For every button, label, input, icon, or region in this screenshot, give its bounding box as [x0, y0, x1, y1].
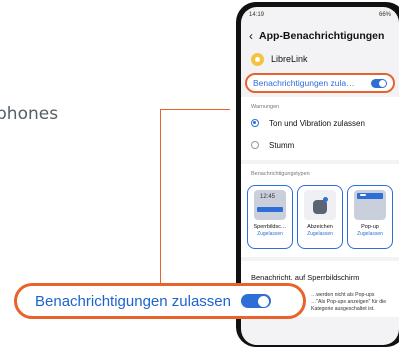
app-logo-icon: [251, 52, 264, 66]
callout-toggle-switch: [240, 294, 271, 308]
type-status: Zugelassen: [357, 231, 383, 237]
notification-types-list: 12:45 Sperrbildsc… Zugelassen Abzeichen …: [241, 179, 399, 253]
app-info-row: LibreLink: [241, 49, 399, 69]
notification-types-label: Benachrichtigungstypen: [251, 171, 310, 177]
app-bar: ‹ App-Benachrichtigungen: [241, 23, 399, 49]
preview-time: 12:45: [260, 194, 276, 200]
callout-label: Benachrichtigungen zulassen: [35, 292, 231, 310]
type-status: Zugelassen: [257, 231, 283, 237]
status-time: 14:19: [249, 12, 265, 18]
lock-screen-preview-icon: 12:45: [254, 190, 286, 220]
page-title: App-Benachrichtigungen: [259, 30, 385, 42]
badge-preview-icon: [304, 190, 336, 220]
type-title: Sperrbildsc…: [253, 224, 287, 230]
battery-indicator: 66%: [378, 12, 391, 18]
radio-label: Ton und Vibration zulassen: [269, 118, 365, 128]
radio-label: Stumm: [269, 140, 295, 150]
status-bar: 14:19 66%: [241, 7, 399, 23]
radio-silent[interactable]: Stumm: [241, 134, 399, 156]
allow-notifications-toggle-row[interactable]: Benachrichtigungen zula…: [245, 73, 395, 93]
popup-preview-icon: [354, 190, 386, 220]
type-title: Pop-up: [361, 224, 379, 230]
callout-connector-vertical: [160, 109, 161, 297]
callout-allow-notifications: Benachrichtigungen zulassen: [14, 283, 306, 319]
type-lock-screen[interactable]: 12:45 Sperrbildsc… Zugelassen: [247, 185, 293, 249]
allow-notifications-label: Benachrichtigungen zula…: [253, 78, 355, 88]
radio-unselected-icon: [251, 141, 259, 149]
callout-connector: [160, 109, 230, 110]
warnings-card: Warnungen Ton und Vibration zulassen Stu…: [241, 97, 399, 160]
warnings-section-label: Warnungen: [251, 104, 280, 110]
type-popup[interactable]: Pop-up Zugelassen: [347, 185, 393, 249]
type-title: Abzeichen: [307, 224, 333, 230]
allow-notifications-switch[interactable]: [371, 78, 387, 88]
type-status: Zugelassen: [307, 231, 333, 237]
radio-selected-icon: [251, 119, 259, 127]
radio-sound-vibration[interactable]: Ton und Vibration zulassen: [241, 112, 399, 134]
notification-types-card: Benachrichtigungstypen 12:45 Sperrbildsc…: [241, 164, 399, 257]
back-arrow-icon[interactable]: ‹: [249, 29, 253, 43]
type-badge[interactable]: Abzeichen Zugelassen: [297, 185, 343, 249]
app-name: LibreLink: [271, 54, 308, 64]
background-partial-text: phones: [0, 104, 59, 124]
